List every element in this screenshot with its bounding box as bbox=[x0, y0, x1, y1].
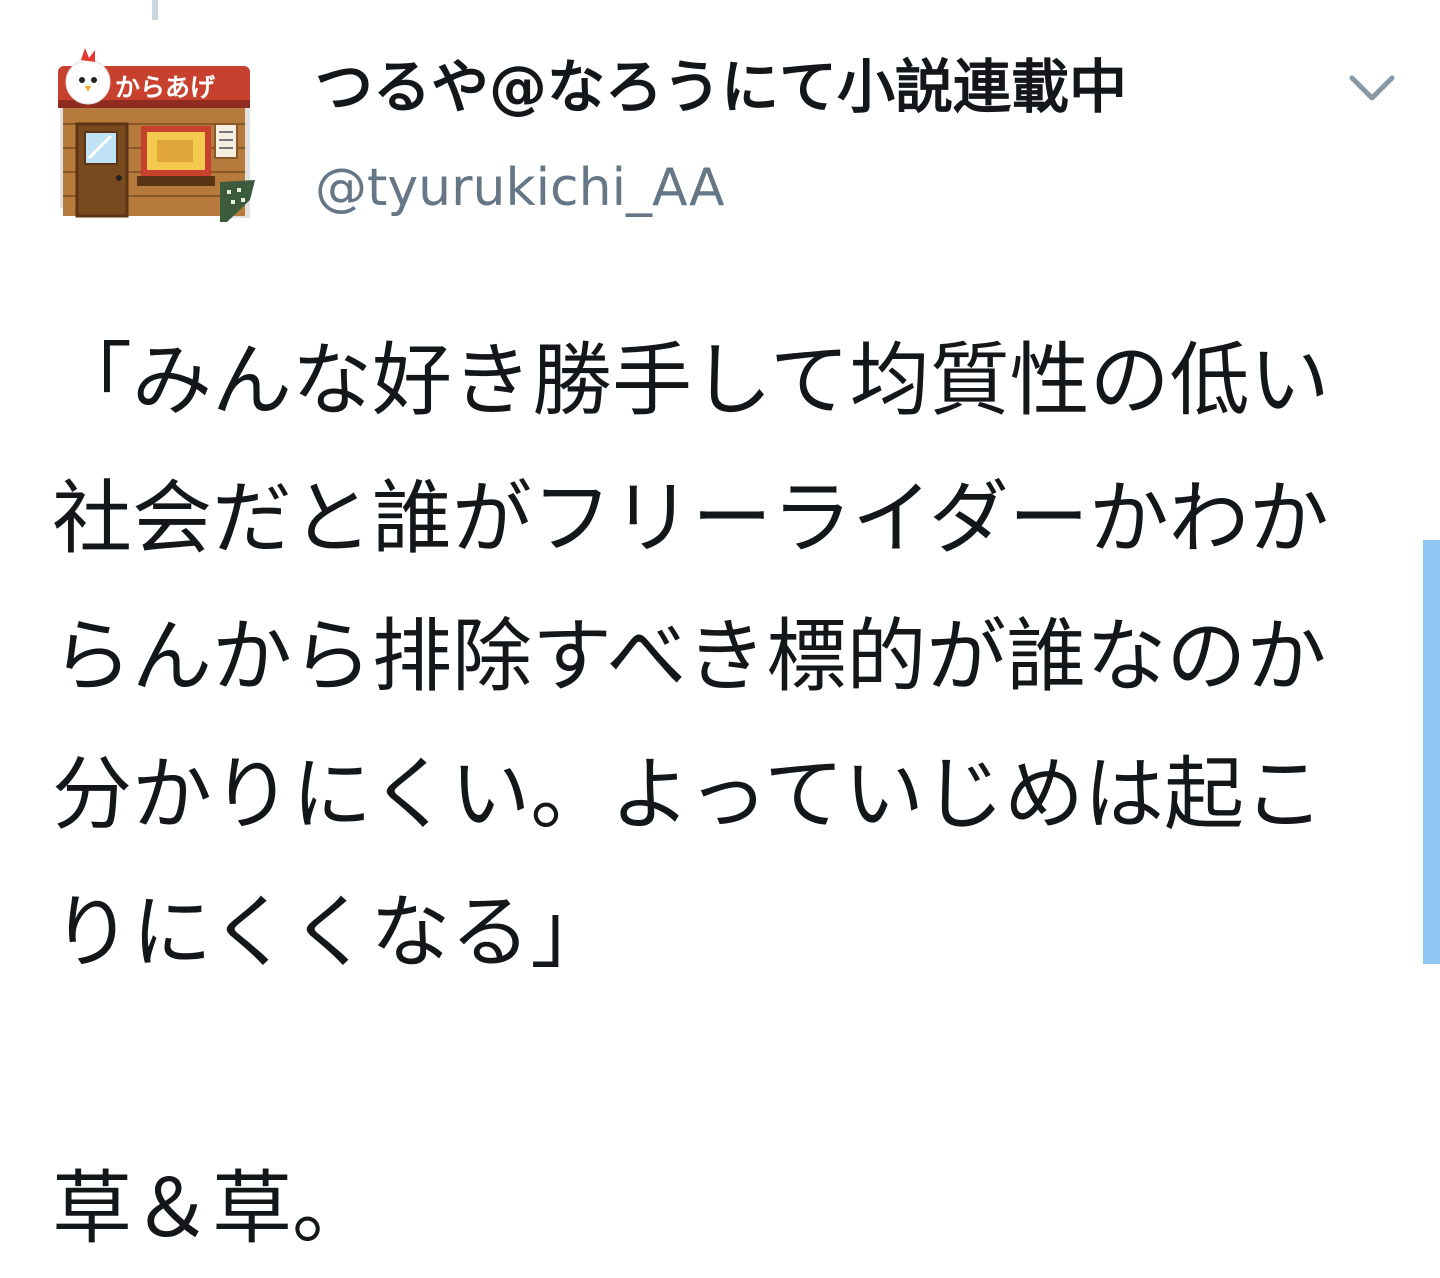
avatar[interactable]: からあげ bbox=[55, 40, 260, 225]
scrollbar-thumb[interactable] bbox=[1423, 540, 1440, 964]
chevron-down-icon bbox=[1349, 75, 1395, 101]
tweet-text: 「みんな好き勝手して均質性の低い社会だと誰がフリーライダーかわからんから排除すべ… bbox=[52, 334, 1330, 1255]
author-display-name[interactable]: つるや@なろうにて小説連載中 bbox=[315, 52, 1127, 122]
tweet-header: つるや@なろうにて小説連載中 @tyurukichi_AA bbox=[315, 52, 1127, 218]
avatar-sign-text: からあげ bbox=[115, 73, 216, 102]
thread-connector-line bbox=[152, 0, 158, 20]
tweet-menu-button[interactable] bbox=[1346, 66, 1398, 110]
author-handle[interactable]: @tyurukichi_AA bbox=[315, 158, 1127, 218]
avatar-shop-illustration: からあげ bbox=[58, 48, 255, 222]
